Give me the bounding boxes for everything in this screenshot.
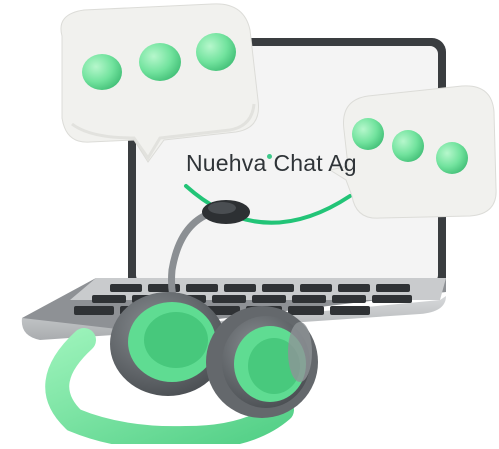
brand-dot (267, 154, 273, 159)
brand-text-part2: Chat Ag (273, 150, 357, 176)
illustration: Nuehva Chat Ag (0, 0, 499, 449)
screen-brand-text: Nuehva Chat Ag (186, 150, 357, 177)
brand-text-part1: Nuehva (186, 150, 267, 176)
